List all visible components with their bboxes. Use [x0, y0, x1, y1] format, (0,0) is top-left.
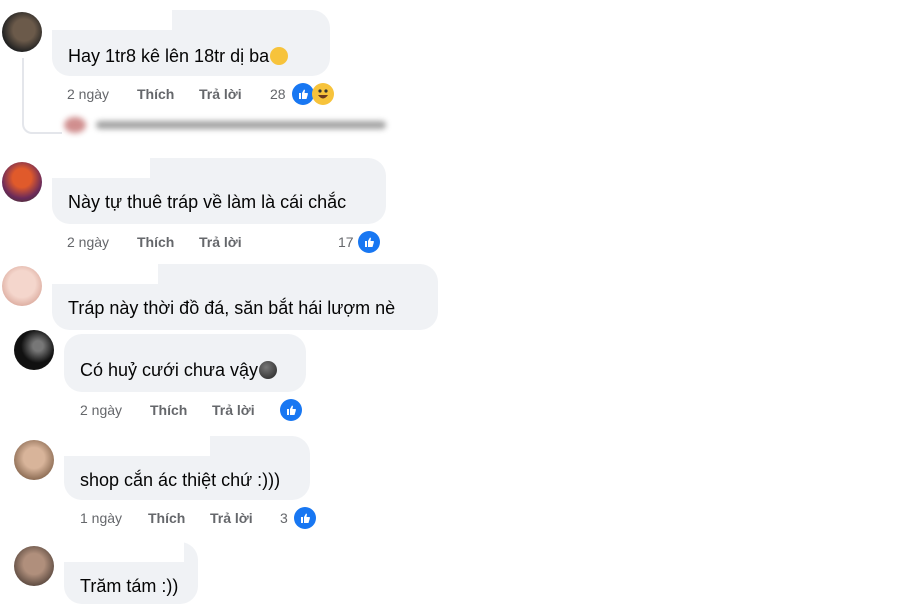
like-button[interactable]: Thích: [148, 510, 185, 526]
comment-bubble: shop cắn ác thiệt chứ :))): [64, 436, 310, 500]
comment-text-content: Có huỷ cưới chưa vậy: [80, 360, 258, 380]
reaction-count[interactable]: 3: [280, 510, 288, 526]
haha-emoji-icon: [270, 47, 289, 65]
comment-bubble: Trăm tám :)): [64, 542, 198, 604]
comment-text: shop cắn ác thiệt chứ :))): [80, 470, 281, 490]
timestamp[interactable]: 2 ngày: [80, 402, 122, 418]
author-name-redacted: [64, 542, 184, 562]
comment-text: Tráp này thời đồ đá, săn bắt hái lượm nè: [68, 298, 396, 318]
avatar[interactable]: [2, 12, 42, 52]
reply-button[interactable]: Trả lời: [199, 234, 242, 250]
timestamp[interactable]: 1 ngày: [80, 510, 122, 526]
like-button[interactable]: Thích: [137, 86, 174, 102]
like-icon: [358, 231, 380, 253]
comment-text: Này tự thuê tráp về làm là cái chắc: [68, 192, 347, 212]
comment-text: Hay 1tr8 kê lên 18tr dị ba: [68, 45, 289, 67]
reply-button[interactable]: Trả lời: [210, 510, 253, 526]
like-icon: [294, 507, 316, 529]
author-name-redacted: [52, 10, 172, 30]
comment-text-content: Hay 1tr8 kê lên 18tr dị ba: [68, 46, 270, 66]
like-button[interactable]: Thích: [137, 234, 174, 250]
timestamp[interactable]: 2 ngày: [67, 234, 109, 250]
comment-bubble: Hay 1tr8 kê lên 18tr dị ba: [52, 10, 330, 76]
reaction-count[interactable]: 17: [338, 234, 354, 250]
like-icon: [292, 83, 314, 105]
comment-bubble: Có huỷ cưới chưa vậy: [64, 334, 306, 392]
reply-button[interactable]: Trả lời: [199, 86, 242, 102]
avatar[interactable]: [2, 162, 42, 202]
dark-face-emoji-icon: [258, 361, 277, 379]
like-icon: [280, 399, 302, 421]
comment-text: Trăm tám :)): [80, 576, 179, 596]
author-name-redacted: [64, 436, 210, 456]
author-name-redacted: [52, 264, 158, 284]
avatar[interactable]: [14, 546, 54, 586]
collapsed-reply-preview[interactable]: [64, 116, 394, 134]
timestamp[interactable]: 2 ngày: [67, 86, 109, 102]
avatar[interactable]: [2, 266, 42, 306]
comment-bubble: Tráp này thời đồ đá, săn bắt hái lượm nè: [52, 264, 438, 330]
avatar[interactable]: [14, 330, 54, 370]
comment-text: Có huỷ cưới chưa vậy: [80, 359, 277, 381]
like-button[interactable]: Thích: [150, 402, 187, 418]
avatar[interactable]: [14, 440, 54, 480]
author-name-redacted: [52, 158, 150, 178]
comment-bubble: Này tự thuê tráp về làm là cái chắc: [52, 158, 386, 224]
reaction-count[interactable]: 28: [270, 86, 286, 102]
reply-button[interactable]: Trả lời: [212, 402, 255, 418]
haha-icon: [312, 83, 334, 105]
